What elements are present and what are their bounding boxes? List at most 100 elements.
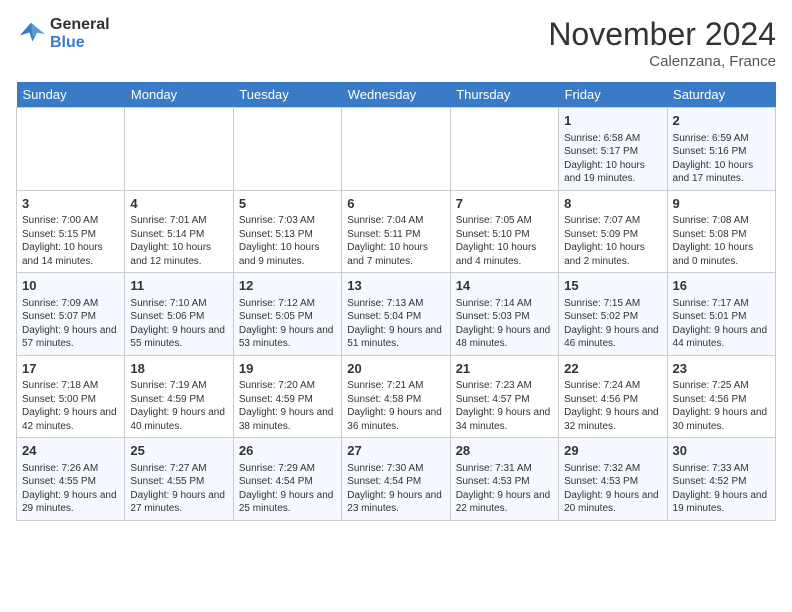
- calendar-cell: 29 Sunrise: 7:32 AM Sunset: 4:53 PM Dayli…: [559, 438, 667, 521]
- day-number: 15: [564, 277, 661, 295]
- calendar-cell: 21Sunrise: 7:23 AM Sunset: 4:57 PM Dayli…: [450, 355, 558, 438]
- day-number: 25: [130, 442, 227, 460]
- day-number: 12: [239, 277, 336, 295]
- calendar-cell: 15Sunrise: 7:15 AM Sunset: 5:02 PM Dayli…: [559, 273, 667, 356]
- day-number: 14: [456, 277, 553, 295]
- col-header-wednesday: Wednesday: [342, 82, 450, 108]
- col-header-friday: Friday: [559, 82, 667, 108]
- calendar-week-row: 3Sunrise: 7:00 AM Sunset: 5:15 PM Daylig…: [17, 190, 776, 273]
- day-number: 22: [564, 360, 661, 378]
- calendar-cell: 5Sunrise: 7:03 AM Sunset: 5:13 PM Daylig…: [233, 190, 341, 273]
- col-header-monday: Monday: [125, 82, 233, 108]
- logo-text: General Blue: [50, 16, 110, 52]
- day-info: Sunrise: 7:19 AM Sunset: 4:59 PM Dayligh…: [130, 379, 227, 433]
- day-info: Sunrise: 7:31 AM Sunset: 4:53 PM Dayligh…: [456, 462, 553, 516]
- day-info: Sunrise: 7:09 AM Sunset: 5:07 PM Dayligh…: [22, 297, 119, 351]
- day-info: Sunrise: 7:17 AM Sunset: 5:01 PM Dayligh…: [673, 297, 770, 351]
- calendar-cell: [342, 108, 450, 191]
- calendar-cell: 4Sunrise: 7:01 AM Sunset: 5:14 PM Daylig…: [125, 190, 233, 273]
- calendar-cell: 18Sunrise: 7:19 AM Sunset: 4:59 PM Dayli…: [125, 355, 233, 438]
- day-number: 23: [673, 360, 770, 378]
- logo-icon: [16, 19, 46, 49]
- day-number: 20: [347, 360, 444, 378]
- calendar-cell: 3Sunrise: 7:00 AM Sunset: 5:15 PM Daylig…: [17, 190, 125, 273]
- calendar-cell: 20Sunrise: 7:21 AM Sunset: 4:58 PM Dayli…: [342, 355, 450, 438]
- day-info: Sunrise: 7:18 AM Sunset: 5:00 PM Dayligh…: [22, 379, 119, 433]
- col-header-tuesday: Tuesday: [233, 82, 341, 108]
- day-info: Sunrise: 7:00 AM Sunset: 5:15 PM Dayligh…: [22, 214, 119, 268]
- day-info: Sunrise: 7:05 AM Sunset: 5:10 PM Dayligh…: [456, 214, 553, 268]
- day-number: 3: [22, 195, 119, 213]
- day-number: 24: [22, 442, 119, 460]
- day-info: Sunrise: 7:33 AM Sunset: 4:52 PM Dayligh…: [673, 462, 770, 516]
- logo: General Blue: [16, 16, 110, 52]
- day-number: 21: [456, 360, 553, 378]
- calendar-week-row: 17Sunrise: 7:18 AM Sunset: 5:00 PM Dayli…: [17, 355, 776, 438]
- title-block: November 2024 Calenzana, France: [548, 16, 776, 70]
- calendar-week-row: 10 Sunrise: 7:09 AM Sunset: 5:07 PM Dayli…: [17, 273, 776, 356]
- day-number: 5: [239, 195, 336, 213]
- day-number: 11: [130, 277, 227, 295]
- day-info: Sunrise: 7:26 AM Sunset: 4:55 PM Dayligh…: [22, 462, 119, 516]
- calendar-cell: 14 Sunrise: 7:14 AM Sunset: 5:03 PM Dayli…: [450, 273, 558, 356]
- day-info: Sunrise: 7:08 AM Sunset: 5:08 PM Dayligh…: [673, 214, 770, 268]
- day-number: 19: [239, 360, 336, 378]
- day-number: 8: [564, 195, 661, 213]
- day-info: Sunrise: 7:14 AM Sunset: 5:03 PM Dayligh…: [456, 297, 553, 351]
- calendar-cell: 17Sunrise: 7:18 AM Sunset: 5:00 PM Dayli…: [17, 355, 125, 438]
- location: Calenzana, France: [548, 53, 776, 70]
- day-number: 2: [673, 112, 770, 130]
- calendar-cell: 22Sunrise: 7:24 AM Sunset: 4:56 PM Dayli…: [559, 355, 667, 438]
- day-info: Sunrise: 7:20 AM Sunset: 4:59 PM Dayligh…: [239, 379, 336, 433]
- calendar-cell: 8Sunrise: 7:07 AM Sunset: 5:09 PM Daylig…: [559, 190, 667, 273]
- calendar-cell: [17, 108, 125, 191]
- day-info: Sunrise: 6:59 AM Sunset: 5:16 PM Dayligh…: [673, 132, 770, 186]
- day-info: Sunrise: 7:23 AM Sunset: 4:57 PM Dayligh…: [456, 379, 553, 433]
- day-info: Sunrise: 7:13 AM Sunset: 5:04 PM Dayligh…: [347, 297, 444, 351]
- day-number: 9: [673, 195, 770, 213]
- calendar-cell: 25 Sunrise: 7:27 AM Sunset: 4:55 PM Dayli…: [125, 438, 233, 521]
- calendar-week-row: 24 Sunrise: 7:26 AM Sunset: 4:55 PM Dayli…: [17, 438, 776, 521]
- day-number: 10: [22, 277, 119, 295]
- calendar-cell: 30 Sunrise: 7:33 AM Sunset: 4:52 PM Dayli…: [667, 438, 775, 521]
- day-info: Sunrise: 7:10 AM Sunset: 5:06 PM Dayligh…: [130, 297, 227, 351]
- day-number: 18: [130, 360, 227, 378]
- day-info: Sunrise: 7:04 AM Sunset: 5:11 PM Dayligh…: [347, 214, 444, 268]
- day-number: 16: [673, 277, 770, 295]
- day-number: 6: [347, 195, 444, 213]
- day-info: Sunrise: 7:25 AM Sunset: 4:56 PM Dayligh…: [673, 379, 770, 433]
- calendar-cell: 10 Sunrise: 7:09 AM Sunset: 5:07 PM Dayli…: [17, 273, 125, 356]
- calendar-header-row: SundayMondayTuesdayWednesdayThursdayFrid…: [17, 82, 776, 108]
- day-info: Sunrise: 7:32 AM Sunset: 4:53 PM Dayligh…: [564, 462, 661, 516]
- day-info: Sunrise: 7:27 AM Sunset: 4:55 PM Dayligh…: [130, 462, 227, 516]
- day-number: 4: [130, 195, 227, 213]
- calendar-cell: 23Sunrise: 7:25 AM Sunset: 4:56 PM Dayli…: [667, 355, 775, 438]
- day-info: Sunrise: 7:01 AM Sunset: 5:14 PM Dayligh…: [130, 214, 227, 268]
- calendar-week-row: 1 Sunrise: 6:58 AM Sunset: 5:17 PM Daylig…: [17, 108, 776, 191]
- day-number: 29: [564, 442, 661, 460]
- col-header-saturday: Saturday: [667, 82, 775, 108]
- calendar-cell: [450, 108, 558, 191]
- col-header-thursday: Thursday: [450, 82, 558, 108]
- calendar-cell: 1 Sunrise: 6:58 AM Sunset: 5:17 PM Daylig…: [559, 108, 667, 191]
- day-info: Sunrise: 7:30 AM Sunset: 4:54 PM Dayligh…: [347, 462, 444, 516]
- day-info: Sunrise: 6:58 AM Sunset: 5:17 PM Dayligh…: [564, 132, 661, 186]
- calendar-cell: 7Sunrise: 7:05 AM Sunset: 5:10 PM Daylig…: [450, 190, 558, 273]
- calendar-cell: 27 Sunrise: 7:30 AM Sunset: 4:54 PM Dayli…: [342, 438, 450, 521]
- calendar-cell: 16 Sunrise: 7:17 AM Sunset: 5:01 PM Dayli…: [667, 273, 775, 356]
- calendar-cell: 11 Sunrise: 7:10 AM Sunset: 5:06 PM Dayli…: [125, 273, 233, 356]
- day-number: 13: [347, 277, 444, 295]
- page-header: General Blue November 2024 Calenzana, Fr…: [16, 16, 776, 70]
- day-info: Sunrise: 7:07 AM Sunset: 5:09 PM Dayligh…: [564, 214, 661, 268]
- day-info: Sunrise: 7:12 AM Sunset: 5:05 PM Dayligh…: [239, 297, 336, 351]
- calendar-cell: [233, 108, 341, 191]
- day-number: 26: [239, 442, 336, 460]
- day-number: 27: [347, 442, 444, 460]
- day-info: Sunrise: 7:24 AM Sunset: 4:56 PM Dayligh…: [564, 379, 661, 433]
- day-info: Sunrise: 7:29 AM Sunset: 4:54 PM Dayligh…: [239, 462, 336, 516]
- day-number: 30: [673, 442, 770, 460]
- day-number: 1: [564, 112, 661, 130]
- day-number: 7: [456, 195, 553, 213]
- calendar-cell: 9Sunrise: 7:08 AM Sunset: 5:08 PM Daylig…: [667, 190, 775, 273]
- calendar-cell: 12 Sunrise: 7:12 AM Sunset: 5:05 PM Dayli…: [233, 273, 341, 356]
